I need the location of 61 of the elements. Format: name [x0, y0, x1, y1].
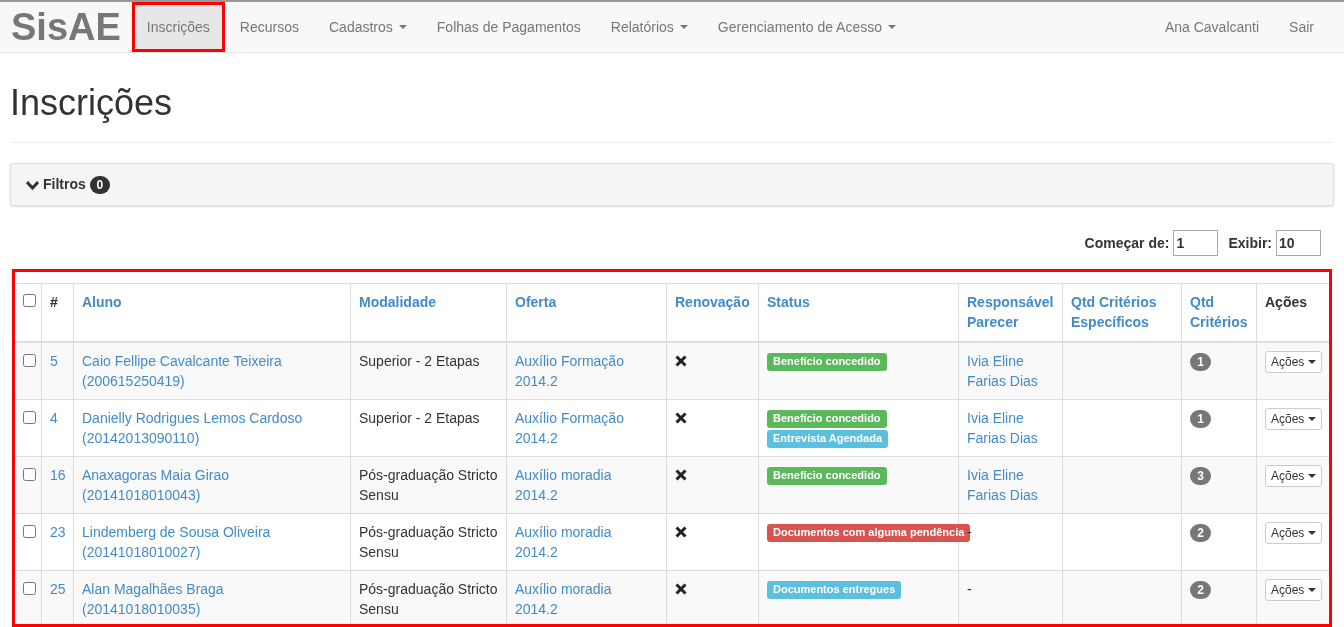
brand-logo[interactable]: SisAE: [0, 2, 132, 52]
caret-icon: [1308, 359, 1317, 364]
nav-link[interactable]: Cadastros: [314, 2, 422, 52]
start-label: Começar de:: [1084, 233, 1170, 253]
row-number-link[interactable]: 25: [50, 580, 66, 597]
filters-panel[interactable]: Filtros 0: [10, 163, 1334, 206]
criteria-count-badge: 3: [1190, 466, 1211, 485]
show-field[interactable]: 10: [1276, 230, 1321, 256]
criteria-count-badge: 1: [1190, 409, 1211, 428]
nav-link[interactable]: Gerenciamento de Acesso: [702, 2, 912, 52]
actions-dropdown-button[interactable]: Ações: [1265, 350, 1323, 373]
status-label: Documentos entregues: [767, 580, 902, 599]
status-label: Entrevista Agendada: [767, 429, 888, 448]
status-label: Benefício concedido: [767, 409, 887, 428]
row-checkbox[interactable]: [23, 524, 36, 538]
actions-dropdown-button[interactable]: Ações: [1265, 521, 1323, 544]
row-number-link[interactable]: 5: [50, 352, 58, 369]
row-checkbox[interactable]: [23, 410, 36, 424]
row-number-link[interactable]: 23: [50, 523, 66, 540]
criteria-count-badge: 2: [1190, 523, 1211, 542]
caret-icon: [1308, 473, 1317, 478]
responsible-text: -: [967, 523, 972, 540]
chevron-down-icon: [26, 179, 39, 190]
row-checkbox[interactable]: [23, 581, 36, 595]
responsible-text: -: [967, 580, 972, 597]
column-header: Ações: [1265, 293, 1309, 312]
nav-link[interactable]: Ana Cavalcanti: [1149, 2, 1275, 52]
criteria-count-badge: 1: [1190, 352, 1211, 371]
modality-text: Pós-graduação Stricto Sensu: [359, 523, 498, 560]
caret-icon: [1308, 530, 1317, 535]
row-number-link[interactable]: 16: [50, 466, 66, 483]
modality-text: Pós-graduação Stricto Sensu: [359, 580, 498, 617]
page-title: Inscrições: [10, 83, 174, 123]
filters-label: Filtros: [43, 175, 86, 194]
modality-text: Superior - 2 Etapas: [359, 409, 480, 426]
nav-link[interactable]: Recursos: [224, 2, 314, 52]
modality-text: Pós-graduação Stricto Sensu: [359, 466, 498, 503]
caret-icon: [1308, 587, 1317, 592]
actions-dropdown-button[interactable]: Ações: [1265, 578, 1323, 601]
row-checkbox[interactable]: [23, 467, 36, 481]
nav-link[interactable]: Folhas de Pagamentos: [421, 2, 596, 52]
show-label: Exibir:: [1228, 233, 1272, 253]
start-field[interactable]: 1: [1173, 230, 1219, 256]
actions-dropdown-button[interactable]: Ações: [1265, 464, 1323, 487]
row-checkbox[interactable]: [23, 353, 36, 367]
actions-dropdown-button[interactable]: Ações: [1265, 407, 1323, 430]
caret-icon: [1308, 416, 1317, 421]
column-header: #: [50, 293, 59, 312]
caret-icon: [398, 25, 407, 29]
row-number-link[interactable]: 4: [50, 409, 58, 426]
status-label: Benefício concedido: [767, 352, 887, 371]
filters-count-badge: 0: [89, 175, 110, 194]
nav-link[interactable]: Relatórios: [595, 2, 703, 52]
select-all-checkbox[interactable]: [23, 294, 36, 307]
nav-link[interactable]: Sair: [1274, 2, 1329, 52]
criteria-count-badge: 2: [1190, 580, 1211, 599]
nav-link[interactable]: Inscrições: [131, 2, 225, 52]
caret-icon: [679, 25, 688, 29]
caret-icon: [888, 25, 897, 29]
status-label: Benefício concedido: [767, 466, 887, 485]
modality-text: Superior - 2 Etapas: [359, 352, 480, 369]
